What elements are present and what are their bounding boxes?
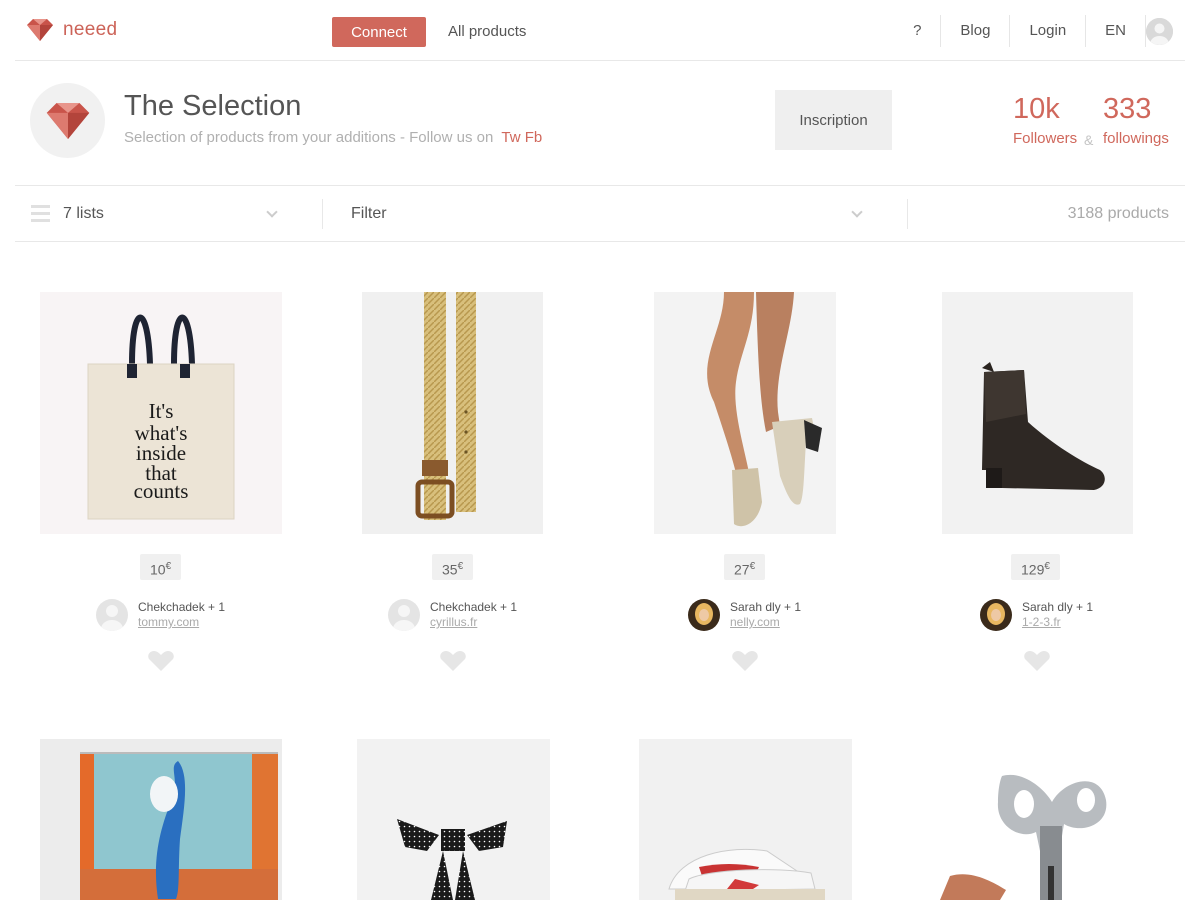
- price-tag: 27€: [724, 554, 766, 580]
- inscription-button[interactable]: Inscription: [775, 90, 892, 150]
- brand-logo[interactable]: neeed: [27, 19, 117, 41]
- site-link[interactable]: nelly.com: [730, 615, 801, 630]
- added-by[interactable]: Chekchadek + 1 cyrillus.fr: [388, 599, 517, 631]
- chevron-down-icon[interactable]: [266, 206, 278, 218]
- top-nav: neeed Connect All products ? Blog Login …: [15, 0, 1185, 61]
- user-name[interactable]: Chekchadek + 1: [138, 600, 225, 615]
- heart-gem-icon: [27, 19, 53, 41]
- followers-count: 10k: [1013, 93, 1060, 125]
- followings-label: followings: [1103, 130, 1169, 147]
- avatar[interactable]: [96, 599, 128, 631]
- followings-stat[interactable]: 333 followings: [1103, 92, 1169, 147]
- social-links[interactable]: Tw Fb: [501, 129, 542, 146]
- filter-dropdown[interactable]: Filter: [351, 205, 387, 223]
- user-avatar[interactable]: [1146, 17, 1173, 45]
- site-link[interactable]: cyrillus.fr: [430, 615, 517, 630]
- added-by[interactable]: Chekchadek + 1 tommy.com: [96, 599, 225, 631]
- followers-label: Followers: [1013, 130, 1078, 147]
- divider: [322, 199, 323, 229]
- followers-stat[interactable]: 10k Followers: [1013, 92, 1077, 147]
- added-by[interactable]: Sarah dly + 1 nelly.com: [688, 599, 801, 631]
- product-image-black-chelsea-boot[interactable]: [942, 292, 1133, 534]
- login-link[interactable]: Login: [1010, 15, 1087, 47]
- hamburger-icon[interactable]: [31, 205, 50, 223]
- product-image-shower-curtain[interactable]: [40, 739, 282, 900]
- product-image-polka-dot-bow[interactable]: [357, 739, 550, 900]
- price-tag: 129€: [1011, 554, 1060, 580]
- heart-icon[interactable]: [1024, 651, 1050, 671]
- product-image-wind-up-key[interactable]: [940, 770, 1110, 900]
- heart-gem-icon: [46, 102, 89, 139]
- avatar[interactable]: [688, 599, 720, 631]
- price-tag: 10€: [140, 554, 182, 580]
- nav-right: ? Blog Login EN: [894, 15, 1185, 47]
- site-link[interactable]: tommy.com: [138, 615, 225, 630]
- chevron-down-icon[interactable]: [851, 206, 863, 218]
- blog-link[interactable]: Blog: [941, 15, 1011, 47]
- heart-icon[interactable]: [148, 651, 174, 671]
- tote-text: It's: [149, 399, 174, 423]
- divider: [907, 199, 908, 229]
- page-subtitle: Selection of products from your addition…: [124, 129, 542, 146]
- tote-text: counts: [134, 479, 189, 503]
- user-name[interactable]: Sarah dly + 1: [1022, 600, 1093, 615]
- product-image-sneakers[interactable]: [639, 739, 852, 900]
- ampersand: &: [1084, 132, 1094, 148]
- avatar[interactable]: [388, 599, 420, 631]
- price-tag: 35€: [432, 554, 474, 580]
- heart-icon[interactable]: [440, 651, 466, 671]
- product-image-silver-ankle-boots[interactable]: [654, 292, 836, 534]
- added-by[interactable]: Sarah dly + 1 1-2-3.fr: [980, 599, 1093, 631]
- user-silhouette-icon: [1146, 17, 1173, 45]
- product-image-gold-belt[interactable]: [362, 292, 543, 534]
- filter-bar: 7 lists Filter 3188 products: [15, 185, 1185, 242]
- subtitle-text: Selection of products from your addition…: [124, 129, 494, 146]
- connect-button[interactable]: Connect: [332, 17, 426, 47]
- help-link[interactable]: ?: [894, 15, 942, 47]
- brand-name: neeed: [63, 19, 118, 40]
- user-name[interactable]: Chekchadek + 1: [430, 600, 517, 615]
- followings-count: 333: [1103, 93, 1152, 125]
- avatar[interactable]: [980, 599, 1012, 631]
- products-count: 3188 products: [1067, 205, 1169, 222]
- site-link[interactable]: 1-2-3.fr: [1022, 615, 1093, 630]
- heart-icon[interactable]: [732, 651, 758, 671]
- profile-logo: [30, 83, 105, 158]
- lists-dropdown[interactable]: 7 lists: [63, 205, 104, 223]
- language-selector[interactable]: EN: [1086, 15, 1146, 47]
- product-image-tote-bag[interactable]: It's what's inside that counts: [40, 292, 282, 534]
- user-name[interactable]: Sarah dly + 1: [730, 600, 801, 615]
- all-products-link[interactable]: All products: [448, 23, 526, 40]
- page-title: The Selection: [124, 90, 302, 122]
